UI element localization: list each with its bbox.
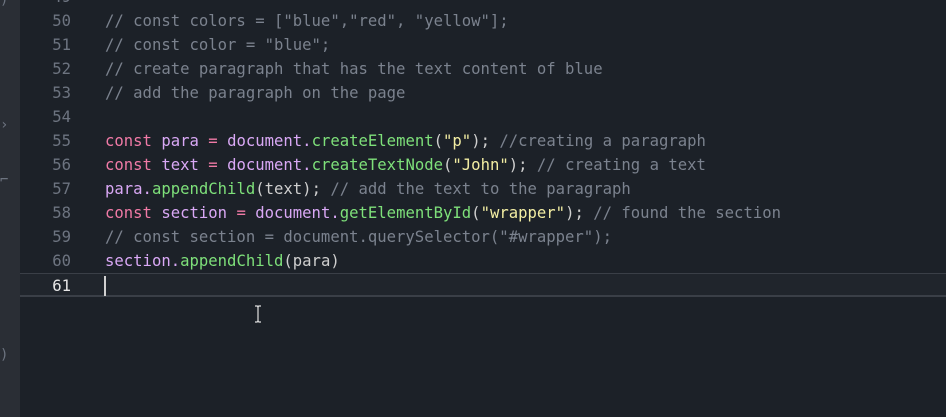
- code-token: // create paragraph that has the text co…: [105, 60, 603, 78]
- line-number: 55: [52, 132, 71, 150]
- line-number: 49: [20, 0, 71, 9]
- code-token: para.: [105, 180, 152, 198]
- code-token: section: [151, 204, 237, 222]
- line-number: 60: [52, 252, 71, 270]
- code-token: // found the section: [593, 204, 781, 222]
- sidebar-glyph: ): [0, 0, 8, 8]
- code-token: const: [105, 132, 152, 150]
- code-token: );: [565, 204, 594, 222]
- code-token: // add the text to the paragraph: [330, 180, 631, 198]
- code-line[interactable]: 51 // const color = "blue";: [20, 33, 946, 57]
- code-line[interactable]: 59 // const section = document.querySelec…: [20, 225, 946, 249]
- code-token: "wrapper": [480, 204, 566, 222]
- sidebar-glyph: ›: [0, 117, 8, 133]
- code-token: // creating a text: [536, 156, 706, 174]
- sidebar-glyph: ): [0, 347, 8, 363]
- code-token: =: [208, 156, 218, 174]
- line-number: 53: [52, 84, 71, 102]
- code-token: document.: [245, 204, 340, 222]
- code-token: getElementById: [339, 204, 472, 222]
- code-token: =: [208, 132, 218, 150]
- code-line[interactable]: 53 // add the paragraph on the page: [20, 81, 946, 105]
- code-line[interactable]: 52 // create paragraph that has the text …: [20, 57, 946, 81]
- code-token: (: [433, 132, 444, 150]
- code-line[interactable]: 49: [20, 0, 946, 9]
- code-token: text: [151, 156, 209, 174]
- code-token: //creating a paragraph: [499, 132, 706, 150]
- code-token: const: [105, 204, 152, 222]
- code-text[interactable]: // const color = "blue";: [105, 33, 330, 57]
- code-editor[interactable]: 49 50 // const colors = ["blue","red", "ye…: [20, 0, 946, 417]
- line-number: 59: [52, 228, 71, 246]
- line-number: 57: [52, 180, 71, 198]
- code-line[interactable]: 60 section.appendChild(para): [20, 249, 946, 273]
- code-token: (: [443, 156, 453, 174]
- code-token: );: [471, 132, 500, 150]
- code-token: // const section = document.querySelecto…: [105, 228, 612, 246]
- line-number: 51: [52, 36, 71, 54]
- code-token: createTextNode: [311, 156, 444, 174]
- code-token: );: [508, 156, 537, 174]
- code-token: appendChild: [151, 180, 256, 198]
- code-text[interactable]: section.appendChild(para): [105, 249, 340, 273]
- code-token: // const colors = ["blue","red", "yellow…: [105, 12, 509, 30]
- code-token: document.: [217, 156, 312, 174]
- code-token: =: [236, 204, 246, 222]
- code-text[interactable]: // create paragraph that has the text co…: [105, 57, 603, 81]
- code-text[interactable]: // const section = document.querySelecto…: [105, 225, 612, 249]
- code-text[interactable]: const section = document.getElementById(…: [105, 201, 781, 225]
- line-number: 52: [52, 60, 71, 78]
- code-token: (: [471, 204, 481, 222]
- code-text[interactable]: para.appendChild(text); // add the text …: [105, 177, 631, 201]
- text-caret: [104, 276, 106, 296]
- code-text[interactable]: // add the paragraph on the page: [105, 81, 405, 105]
- line-number: 50: [52, 12, 71, 30]
- activity-bar: ) › ⌐ ): [0, 0, 20, 417]
- code-token: "p": [443, 132, 472, 150]
- code-token: (para): [283, 252, 340, 270]
- code-line[interactable]: 58 const section = document.getElementByI…: [20, 201, 946, 225]
- line-number: 58: [52, 204, 71, 222]
- code-token: section.: [105, 252, 181, 270]
- code-token: appendChild: [180, 252, 284, 270]
- code-token: const: [105, 156, 152, 174]
- code-token: createElement: [311, 132, 434, 150]
- code-token: (text);: [255, 180, 331, 198]
- code-text[interactable]: const para = document.createElement("p")…: [105, 129, 706, 153]
- line-number: 56: [52, 156, 71, 174]
- code-text[interactable]: const text = document.createTextNode("Jo…: [105, 153, 706, 177]
- code-token: // const color = "blue";: [105, 36, 331, 54]
- line-number: 61: [52, 277, 71, 295]
- text-ibeam-icon: [255, 305, 261, 323]
- code-line[interactable]: 57 para.appendChild(text); // add the tex…: [20, 177, 946, 201]
- code-line[interactable]: 54: [20, 105, 946, 129]
- code-token: "John": [452, 156, 509, 174]
- code-line[interactable]: 55 const para = document.createElement("p…: [20, 129, 946, 153]
- code-line[interactable]: 50 // const colors = ["blue","red", "yell…: [20, 9, 946, 33]
- code-token: document.: [217, 132, 312, 150]
- line-number: 54: [52, 108, 71, 126]
- code-text[interactable]: // const colors = ["blue","red", "yellow…: [105, 9, 509, 33]
- code-token: para: [151, 132, 209, 150]
- sidebar-glyph: ⌐: [0, 172, 8, 188]
- current-line[interactable]: 61: [20, 273, 946, 297]
- code-line[interactable]: 56 const text = document.createTextNode("…: [20, 153, 946, 177]
- code-token: // add the paragraph on the page: [105, 84, 406, 102]
